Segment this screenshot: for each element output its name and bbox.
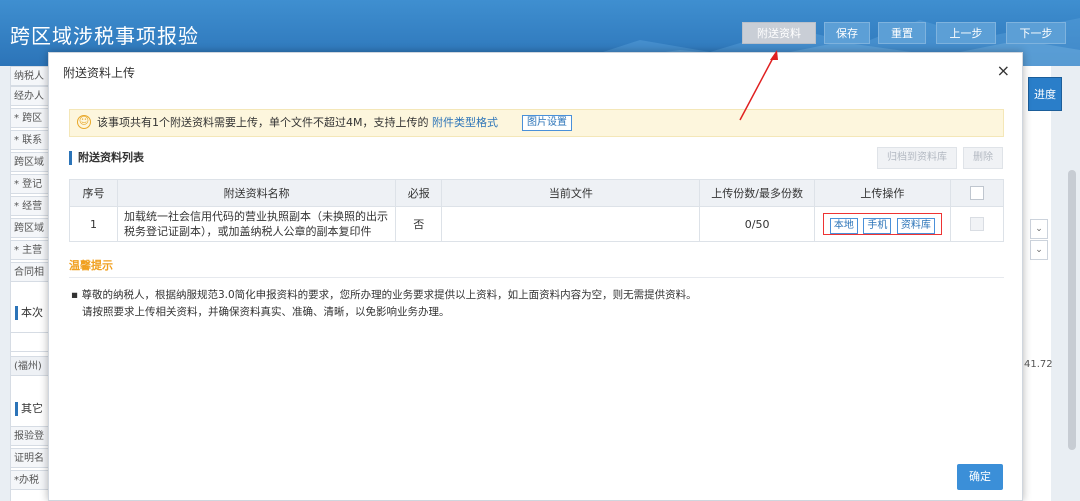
- file-format-link[interactable]: 附件类型格式: [432, 116, 498, 129]
- archive-button[interactable]: 归档到资料库: [877, 147, 957, 169]
- table-row: 1 加载统一社会信用代码的营业执照副本（未换照的出示税务登记证副本），或加盖纳税…: [68, 206, 1005, 242]
- attachments-table: 序号 附送资料名称 必报 当前文件 上传份数/最多份数 上传操作 1 加载统一社…: [68, 179, 1005, 242]
- save-button[interactable]: 保存: [824, 22, 870, 44]
- reset-button[interactable]: 重置: [878, 22, 926, 44]
- upload-actions-group: 本地 手机 资料库: [822, 213, 942, 235]
- required-flag: 否: [395, 206, 443, 242]
- upload-local-button[interactable]: 本地: [829, 218, 858, 234]
- bg-field-label: 经办人: [10, 86, 50, 106]
- smile-icon: ☺: [77, 115, 91, 129]
- page-title: 跨区域涉税事项报验: [10, 24, 199, 48]
- upload-library-button[interactable]: 资料库: [896, 218, 935, 234]
- bg-field-label: * 跨区: [10, 108, 50, 128]
- confirm-button[interactable]: 确定: [957, 464, 1003, 490]
- tip-line: ▪ 尊敬的纳税人，根据纳服规范3.0简化申报资料的要求，您所办理的业务要求提供以…: [71, 289, 697, 301]
- select-all-checkbox[interactable]: [969, 186, 984, 200]
- column-header: 上传份数/最多份数: [699, 179, 815, 207]
- bg-field-label: * 主营: [10, 240, 50, 260]
- row-index: 1: [68, 206, 119, 242]
- notice-banner: ☺ 该事项共有1个附送资料需要上传，单个文件不超过4M，支持上传的 附件类型格式…: [69, 109, 1004, 137]
- divider: [69, 277, 1004, 278]
- tips-title: 温馨提示: [69, 259, 113, 272]
- image-settings-button[interactable]: 图片设置: [522, 115, 572, 131]
- current-file: [441, 206, 701, 242]
- bg-field-label: 跨区域: [10, 152, 50, 172]
- column-header: 序号: [68, 179, 119, 207]
- column-header: 必报: [395, 179, 443, 207]
- bg-amount-value: 41.72: [1024, 359, 1053, 370]
- bg-field-label: 跨区域: [10, 218, 50, 238]
- bg-field-label: * 联系: [10, 130, 50, 150]
- bg-field-label: 合同相: [10, 262, 50, 282]
- bg-field-label: * 登记: [10, 174, 50, 194]
- upload-actions: 本地 手机 资料库: [813, 206, 951, 242]
- list-title: 附送资料列表: [69, 151, 144, 165]
- bg-field-label: 纳税人: [10, 66, 50, 86]
- next-step-button[interactable]: 下一步: [1006, 22, 1066, 44]
- bg-field-label: 报验登: [10, 426, 50, 446]
- dialog-title: 附送资料上传: [63, 66, 136, 80]
- select-all-header: [949, 179, 1005, 207]
- attachment-name: 加载统一社会信用代码的营业执照副本（未换照的出示税务登记证副本），或加盖纳税人公…: [117, 206, 397, 242]
- bg-field-label: *办税: [10, 470, 50, 490]
- row-checkbox[interactable]: [969, 217, 984, 231]
- tip-line: 请按照要求上传相关资料，并确保资料真实、准确、清晰，以免影响业务办理。: [82, 306, 450, 318]
- page-scrollbar[interactable]: [1068, 170, 1076, 450]
- column-header: 附送资料名称: [117, 179, 397, 207]
- progress-button[interactable]: 进度: [1028, 77, 1062, 111]
- tips-text: ▪ 尊敬的纳税人，根据纳服规范3.0简化申报资料的要求，您所办理的业务要求提供以…: [71, 287, 697, 321]
- upload-phone-button[interactable]: 手机: [863, 218, 892, 234]
- notice-text: 该事项共有1个附送资料需要上传，单个文件不超过4M，支持上传的: [97, 116, 429, 129]
- previous-step-button[interactable]: 上一步: [936, 22, 996, 44]
- close-icon[interactable]: ×: [997, 61, 1010, 80]
- bg-field-label: (福州): [10, 356, 50, 376]
- bg-field-label: * 经营: [10, 196, 50, 216]
- attachments-button[interactable]: 附送资料: [742, 22, 816, 44]
- chevron-down-icon[interactable]: ⌄: [1030, 240, 1048, 260]
- delete-button[interactable]: 删除: [963, 147, 1003, 169]
- column-header: 上传操作: [813, 179, 951, 207]
- upload-count: 0/50: [699, 206, 815, 242]
- chevron-down-icon[interactable]: ⌄: [1030, 219, 1048, 239]
- bg-field-label: 证明名: [10, 448, 50, 468]
- upload-dialog: 附送资料上传 × ☺ 该事项共有1个附送资料需要上传，单个文件不超过4M，支持上…: [48, 52, 1023, 501]
- column-header: 当前文件: [441, 179, 701, 207]
